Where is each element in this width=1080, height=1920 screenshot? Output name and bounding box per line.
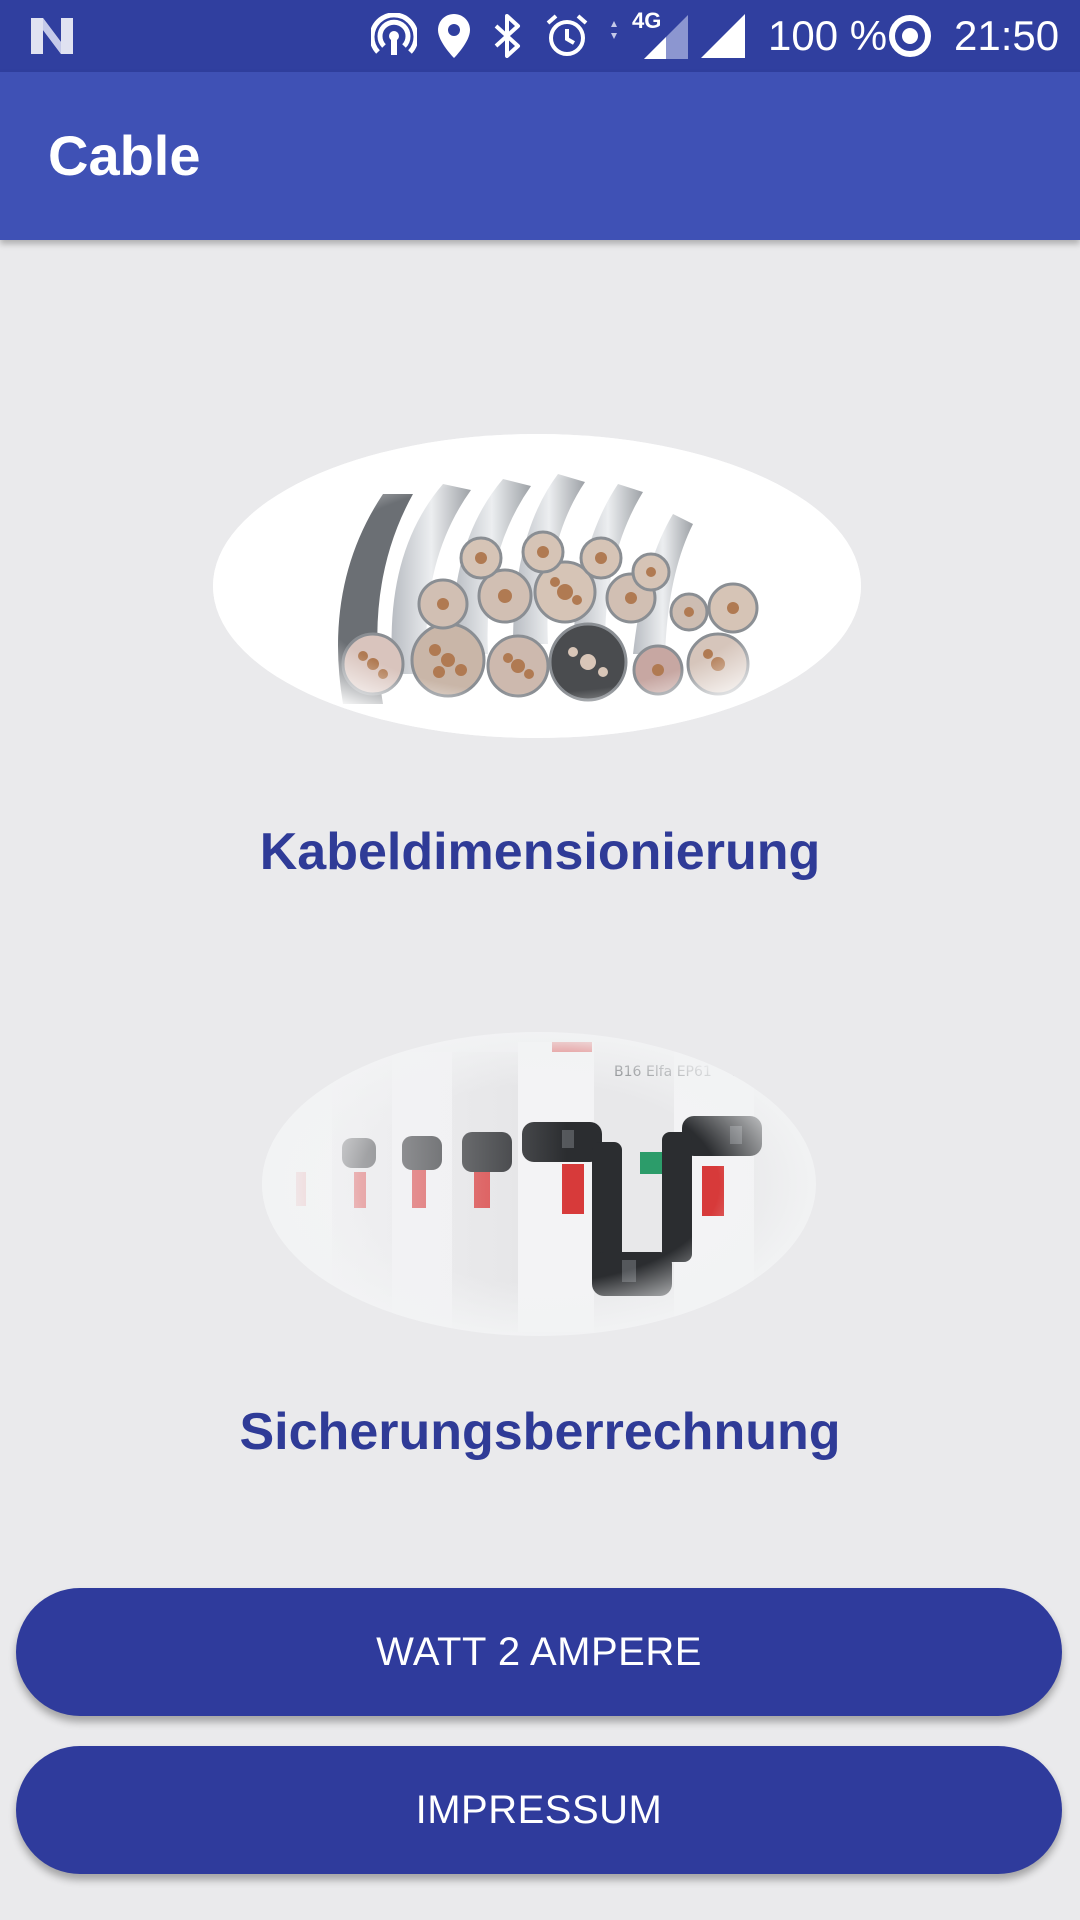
bluetooth-icon	[490, 14, 526, 58]
signal-icon	[700, 14, 746, 58]
circuit-breakers-image: B16 Elfa EP61 B16	[262, 1032, 816, 1336]
impressum-button[interactable]: IMPRESSUM	[16, 1746, 1062, 1874]
hotspot-icon	[370, 13, 418, 58]
app-bar: Cable	[0, 72, 1080, 240]
network-type-label: 4G	[632, 8, 662, 33]
menu-item-cable-dimensioning[interactable]: Kabeldimensionierung	[0, 420, 1080, 890]
battery-level: 100 %	[768, 12, 888, 59]
cable-dimensioning-label: Kabeldimensionierung	[259, 823, 821, 881]
clock: 21:50	[954, 12, 1060, 59]
n-logo-icon	[28, 14, 76, 58]
menu-item-fuse-calculation[interactable]: B16 Elfa EP61 B16 Sicherungsberrechnung	[0, 1020, 1080, 1470]
battery-saver-icon	[886, 14, 934, 58]
status-bar: 4G 100 % 21:50	[0, 0, 1080, 72]
location-icon	[436, 14, 472, 58]
fuse-calculation-label: Sicherungsberrechnung	[239, 1403, 841, 1461]
alarm-icon	[542, 14, 592, 58]
watt-to-ampere-button[interactable]: WATT 2 AMPERE	[16, 1588, 1062, 1716]
app-title: Cable	[48, 124, 201, 187]
cable-bundle-image	[213, 434, 861, 738]
